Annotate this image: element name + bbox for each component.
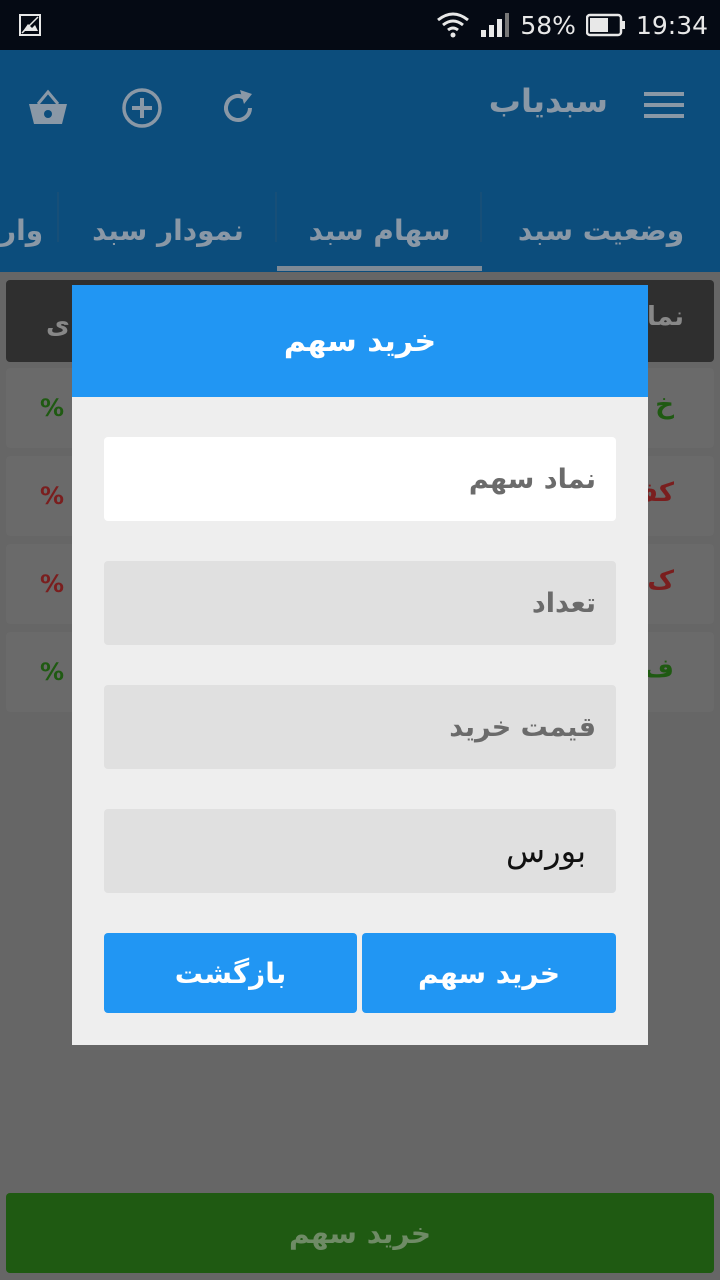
- status-bar: 58% 19:34: [0, 0, 720, 50]
- battery-percent: 58%: [520, 10, 576, 40]
- market-select[interactable]: بورس: [104, 809, 616, 893]
- price-input[interactable]: قیمت خرید: [104, 685, 616, 769]
- menu-icon[interactable]: [644, 90, 684, 120]
- tab-indicator: [277, 266, 482, 271]
- tab-basket-stocks[interactable]: سهام سبد: [277, 188, 482, 272]
- buy-stock-bottom-button[interactable]: خرید سهم: [6, 1193, 714, 1273]
- add-circle-icon[interactable]: [120, 86, 164, 130]
- clock: 19:34: [635, 10, 708, 40]
- buy-button[interactable]: خرید سهم: [362, 933, 616, 1013]
- tab-basket-chart[interactable]: نمودار سبد: [59, 188, 277, 272]
- basket-icon[interactable]: [26, 86, 70, 130]
- symbol-input[interactable]: نماد سهم: [104, 437, 616, 521]
- quantity-input[interactable]: تعداد: [104, 561, 616, 645]
- signal-icon: [481, 13, 510, 37]
- dialog-title: خرید سهم: [72, 285, 648, 397]
- refresh-icon[interactable]: [216, 86, 260, 130]
- battery-icon: [585, 13, 625, 37]
- tab-partial[interactable]: وار: [0, 188, 59, 272]
- buy-stock-dialog: خرید سهم نماد سهم تعداد قیمت خرید بورس ب…: [72, 285, 648, 1045]
- app-title: سبدیاب: [488, 82, 608, 120]
- tab-basket-status[interactable]: وضعیت سبد: [482, 188, 720, 272]
- back-button[interactable]: بازگشت: [104, 933, 357, 1013]
- wifi-icon: [437, 12, 470, 38]
- gallery-icon: [19, 14, 41, 36]
- tab-bar: وضعیت سبد سهام سبد نمودار سبد وار: [0, 188, 720, 272]
- app-bar: سبدیاب وضعیت سبد سهام سبد نمودار سبد وار: [0, 50, 720, 272]
